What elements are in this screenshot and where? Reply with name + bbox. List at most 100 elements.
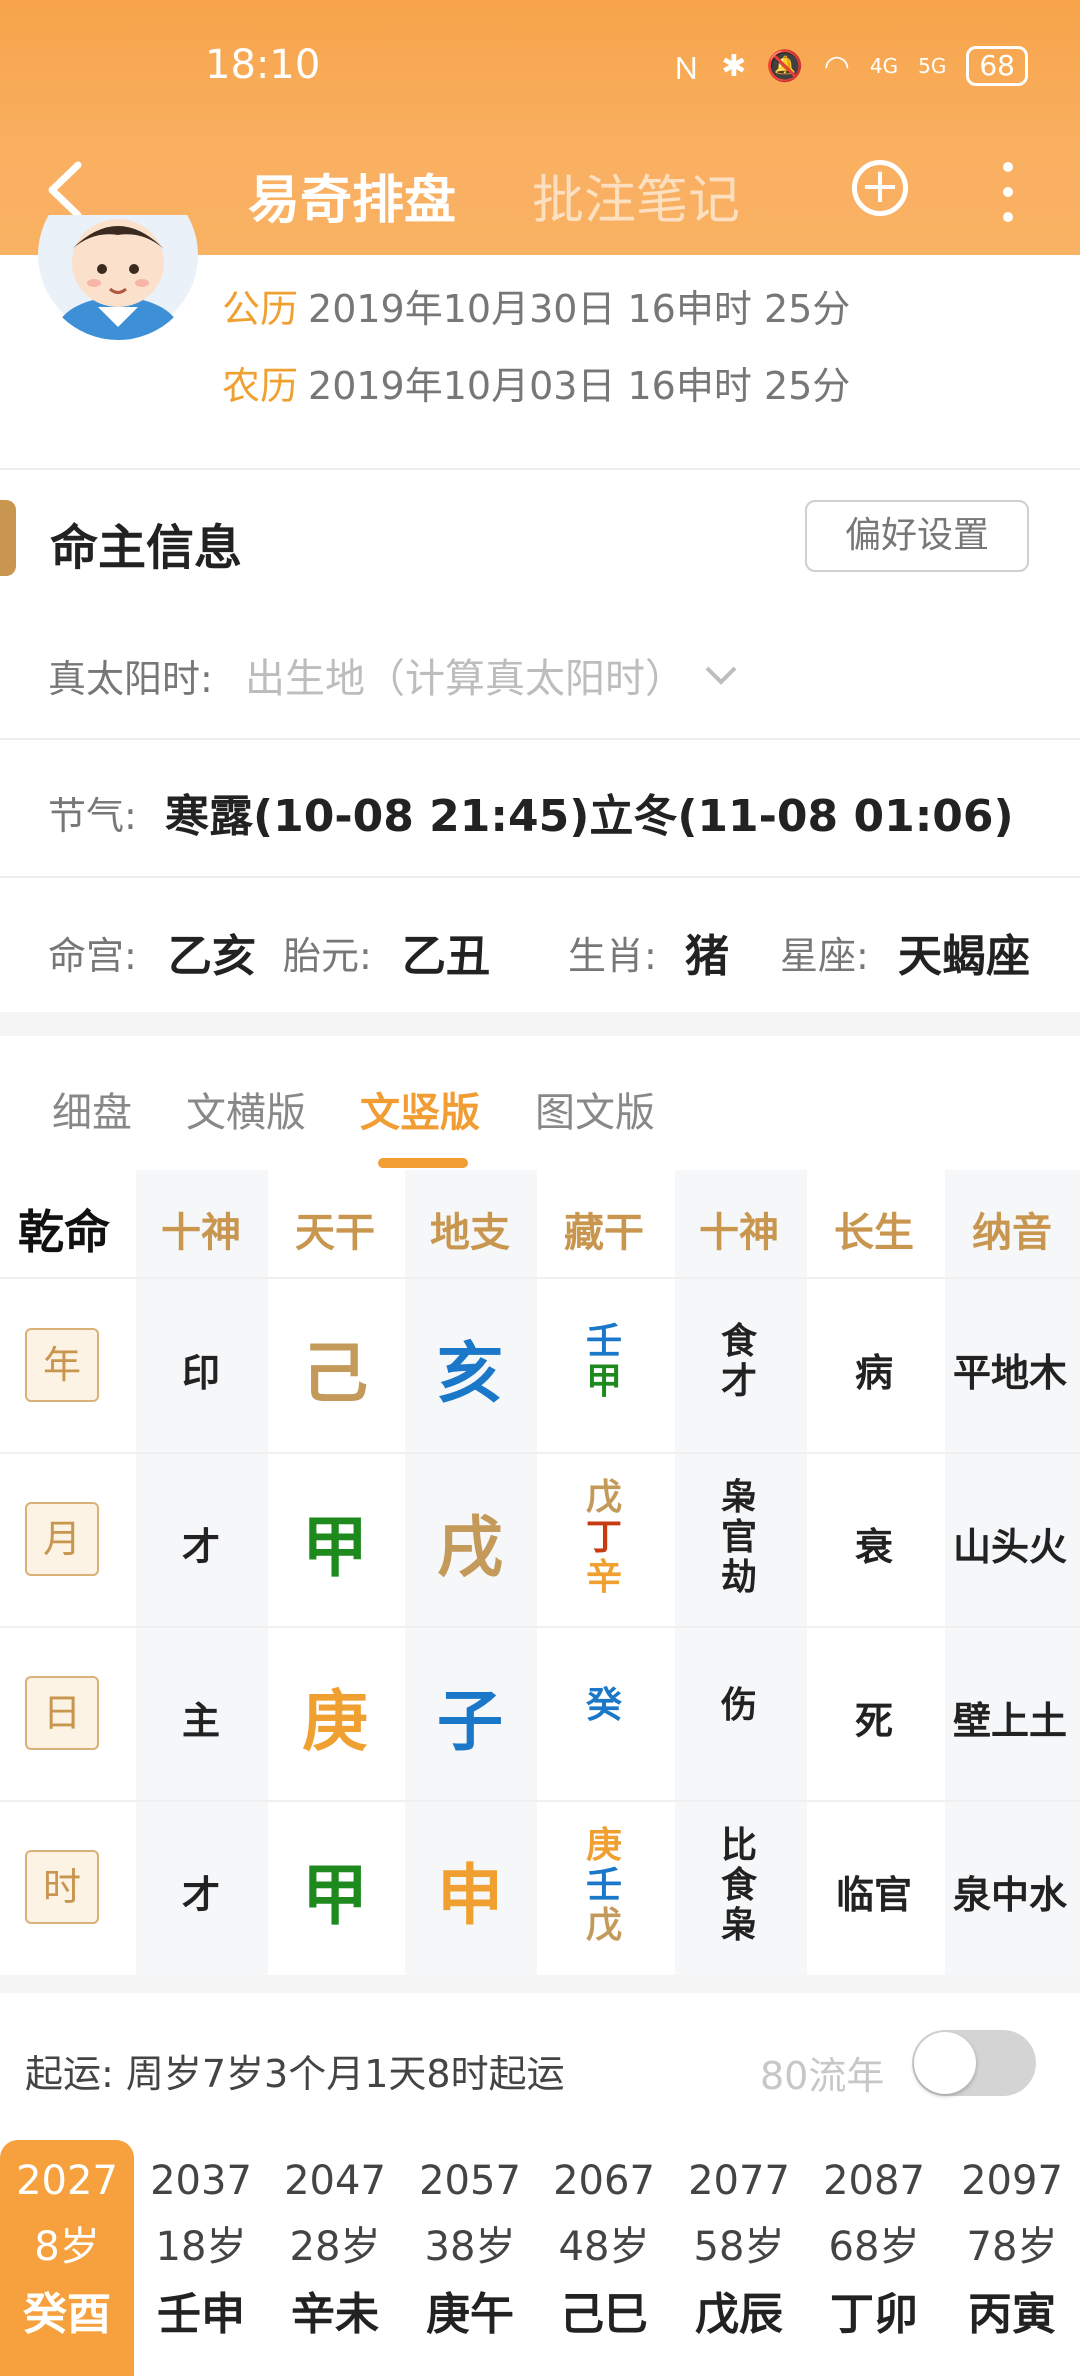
- tiangan-cell: 庚: [302, 1683, 368, 1760]
- dayun-item[interactable]: 2057 38岁 庚午: [403, 2140, 537, 2376]
- shishen2-item: 伤: [720, 1685, 757, 1726]
- canggan-cell: 壬 甲: [537, 1322, 671, 1402]
- divider: [0, 738, 1080, 740]
- section-accent-bar: [0, 500, 16, 576]
- solar-date: 公历 2019年10月30日 16申时 25分: [222, 278, 850, 333]
- minggong-label: 命宫:: [48, 934, 137, 978]
- shishen2-item: 才: [720, 1361, 757, 1402]
- taiyuan-value: 乙丑: [402, 931, 490, 982]
- status-icons: Ｎ ✱ 🔕 ◠ 4G 5G 68: [671, 44, 1028, 88]
- liunian-toggle[interactable]: [912, 2030, 1036, 2096]
- section-gap: [0, 1975, 1080, 1993]
- gender-label: 乾命: [18, 1205, 110, 1259]
- canggan-item: 戊: [585, 1477, 622, 1518]
- header-shishen: 十神: [161, 1210, 241, 1256]
- more-dot: [1003, 212, 1013, 222]
- dayun-item[interactable]: 2037 18岁 壬申: [134, 2140, 268, 2376]
- shishen-cell: 主: [181, 1699, 220, 1743]
- more-dot: [1003, 162, 1013, 172]
- header-nayin: 纳音: [972, 1210, 1052, 1256]
- dayun-ganzhi: 丁卯: [830, 2289, 918, 2340]
- shishen2-item: 官: [720, 1517, 757, 1558]
- row-divider: [0, 1800, 1080, 1802]
- avatar-illustration: [38, 215, 198, 340]
- avatar[interactable]: [38, 215, 198, 340]
- dayun-age: 18岁: [155, 2224, 247, 2270]
- toggle-knob: [914, 2032, 976, 2094]
- dayun-item[interactable]: 2047 28岁 辛未: [268, 2140, 402, 2376]
- shishen-cell: 印: [181, 1351, 220, 1395]
- minggong-value: 乙亥: [168, 931, 256, 982]
- nayin-cell: 平地木: [952, 1351, 1067, 1395]
- dayun-year: 2067: [553, 2158, 655, 2204]
- row-divider: [0, 1626, 1080, 1628]
- tab-tuwen[interactable]: 图文版: [535, 1080, 655, 1138]
- tab-wenheng[interactable]: 文横版: [186, 1080, 306, 1138]
- shishen2-cell: 食 才: [672, 1322, 806, 1402]
- dayun-year: 2057: [419, 2158, 521, 2204]
- qiyun-text: 起运: 周岁7岁3个月1天8时起运: [25, 2052, 565, 2096]
- dayun-ganzhi: 辛未: [291, 2289, 379, 2340]
- dayun-ganzhi: 壬申: [157, 2289, 245, 2340]
- preference-settings-button[interactable]: 偏好设置: [805, 500, 1029, 572]
- shishen2-cell: 比 食 枭: [672, 1826, 806, 1946]
- pillar-month[interactable]: 月: [25, 1502, 99, 1576]
- more-dot: [1003, 187, 1013, 197]
- true-solar-label: 真太阳时:: [48, 657, 213, 701]
- taiyuan-label: 胎元:: [283, 934, 372, 978]
- dizhi-cell: 子: [437, 1683, 503, 1760]
- lunar-value: 2019年10月03日 16申时 25分: [308, 364, 851, 408]
- pillar-day[interactable]: 日: [25, 1676, 99, 1750]
- xingzuo-value: 天蝎座: [898, 931, 1030, 982]
- dayun-item[interactable]: 2087 68岁 丁卯: [807, 2140, 941, 2376]
- row-divider: [0, 1277, 1080, 1279]
- canggan-item: 丁: [585, 1517, 622, 1558]
- dayun-year: 2047: [284, 2158, 386, 2204]
- pillar-hour[interactable]: 时: [25, 1850, 99, 1924]
- signal-4g-icon: 4G: [869, 54, 899, 78]
- shishen2-item: 食: [720, 1865, 757, 1906]
- canggan-item: 壬: [585, 1865, 622, 1906]
- canggan-item: 辛: [585, 1557, 622, 1598]
- dayun-item[interactable]: 2077 58岁 戊辰: [672, 2140, 806, 2376]
- dayun-item[interactable]: 2097 78岁 丙寅: [945, 2140, 1079, 2376]
- pillar-year[interactable]: 年: [25, 1328, 99, 1402]
- dayun-item[interactable]: 2067 48岁 己巳: [537, 2140, 671, 2376]
- canggan-cell: 癸: [537, 1686, 671, 1726]
- dayun-ganzhi: 丙寅: [968, 2289, 1056, 2340]
- tiangan-cell: 甲: [302, 1509, 368, 1586]
- dayun-year: 2097: [961, 2158, 1063, 2204]
- header-shishen2: 十神: [699, 1210, 779, 1256]
- section-title: 命主信息: [50, 520, 243, 576]
- tab-wenshu[interactable]: 文竖版: [360, 1080, 480, 1138]
- dayun-ganzhi: 己巳: [560, 2289, 648, 2340]
- canggan-item: 癸: [585, 1685, 622, 1726]
- dayun-age: 58岁: [693, 2224, 785, 2270]
- tab-notes[interactable]: 批注笔记: [532, 158, 740, 233]
- nfc-icon: Ｎ: [671, 52, 702, 87]
- divider: [0, 468, 1080, 470]
- canggan-cell: 戊 丁 辛: [537, 1478, 671, 1598]
- jieqi-label: 节气:: [48, 794, 137, 838]
- dayun-year: 2087: [823, 2158, 925, 2204]
- birthplace-placeholder: 出生地（计算真太阳时）: [245, 656, 685, 702]
- tab-xipan[interactable]: 细盘: [52, 1080, 132, 1138]
- tiangan-cell: 甲: [302, 1857, 368, 1934]
- section-gap: [0, 1012, 1080, 1036]
- more-menu-button[interactable]: [1002, 162, 1014, 222]
- shishen2-cell: 枭 官 劫: [672, 1478, 806, 1598]
- tab-paipan[interactable]: 易奇排盘: [248, 158, 456, 233]
- shengxiao-label: 生肖:: [568, 934, 657, 978]
- changsheng-cell: 死: [854, 1699, 893, 1743]
- dayun-ganzhi: 庚午: [426, 2289, 514, 2340]
- liunian-label: 80流年: [760, 2054, 885, 2098]
- header-tiangan: 天干: [295, 1210, 375, 1256]
- dizhi-cell: 亥: [437, 1335, 503, 1412]
- shishen-cell: 才: [181, 1525, 220, 1569]
- dayun-item[interactable]: 2027 8岁 癸酉: [0, 2140, 134, 2376]
- birthplace-selector[interactable]: 出生地（计算真太阳时）: [245, 646, 741, 704]
- tiangan-cell: 己: [302, 1335, 368, 1412]
- dizhi-cell: 申: [437, 1857, 503, 1934]
- add-button[interactable]: +: [852, 160, 908, 216]
- column-bg: [945, 1170, 1080, 1975]
